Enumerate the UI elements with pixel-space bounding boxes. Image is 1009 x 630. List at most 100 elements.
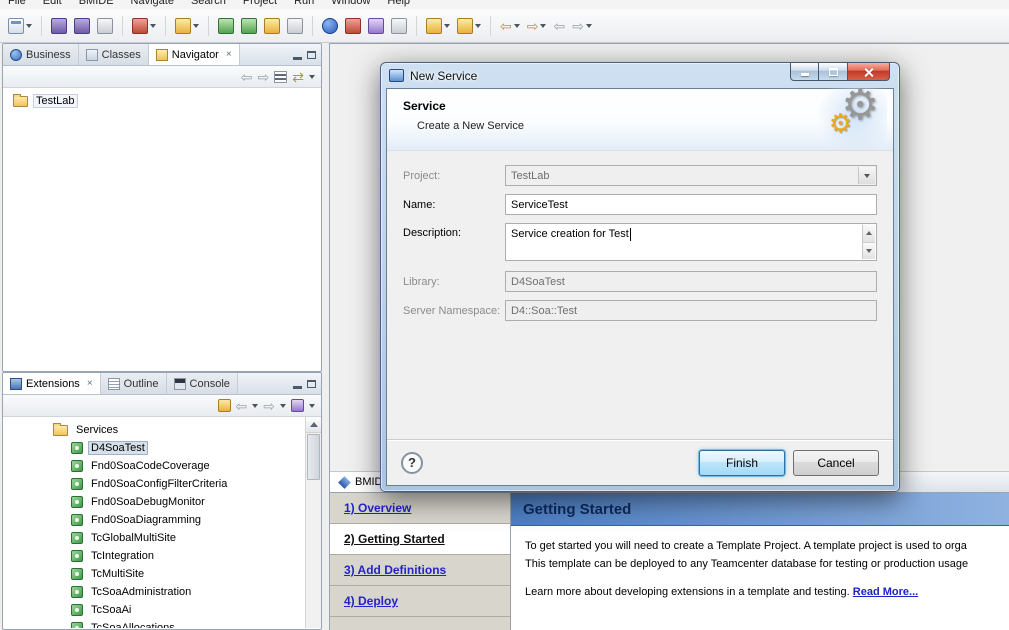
scrollbar-thumb[interactable] — [307, 434, 320, 480]
close-tab-icon[interactable]: × — [87, 378, 93, 389]
spin-up-button[interactable] — [863, 225, 875, 243]
step-link[interactable]: 1) Overview — [344, 501, 411, 515]
tree-item-testlab[interactable]: TestLab — [3, 92, 321, 110]
view-window-buttons — [288, 44, 321, 65]
step-link[interactable]: 4) Deploy — [344, 594, 398, 608]
view-menu-icon[interactable] — [309, 403, 315, 408]
tab-business[interactable]: Business — [3, 44, 79, 65]
step-overview[interactable]: 1) Overview — [330, 493, 510, 524]
extension-item[interactable]: TcMultiSite — [3, 565, 321, 583]
columns-icon[interactable] — [291, 399, 304, 412]
print-button[interactable] — [95, 16, 115, 36]
collapse-all-icon[interactable] — [274, 70, 288, 83]
extension-item[interactable]: Fnd0SoaDiagramming — [3, 511, 321, 529]
dropdown-caret-icon — [585, 23, 592, 28]
menu-navigate[interactable]: Navigate — [131, 0, 174, 9]
save-all-button[interactable] — [72, 16, 92, 36]
help-button[interactable]: ? — [401, 451, 423, 474]
tab-navigator[interactable]: Navigator × — [148, 44, 240, 65]
next-annotation-button[interactable]: ⇨ — [570, 16, 594, 36]
step-link[interactable]: 2) Getting Started — [344, 532, 445, 546]
minimize-view-icon[interactable] — [293, 56, 302, 60]
view-menu-icon[interactable] — [309, 74, 315, 79]
filter-wand-icon[interactable] — [217, 399, 231, 412]
minimize-view-icon[interactable] — [293, 385, 302, 389]
chevron-down-icon — [864, 173, 870, 178]
maximize-view-icon[interactable] — [307, 50, 316, 59]
extension-item-label: TcMultiSite — [91, 568, 145, 580]
extension-item[interactable]: Fnd0SoaCodeCoverage — [3, 457, 321, 475]
extension-item[interactable]: TcIntegration — [3, 547, 321, 565]
name-field[interactable] — [505, 194, 877, 215]
step-getting-started[interactable]: 2) Getting Started — [330, 524, 510, 555]
dropdown-caret-icon[interactable] — [252, 403, 259, 408]
menu-help[interactable]: Help — [387, 0, 410, 9]
menu-search[interactable]: Search — [191, 0, 226, 9]
project-combo: TestLab — [505, 165, 877, 186]
dropdown-caret-icon[interactable] — [280, 403, 286, 408]
extension-item[interactable]: TcGlobalMultiSite — [3, 529, 321, 547]
menu-edit[interactable]: Edit — [43, 0, 62, 9]
close-button[interactable] — [848, 62, 890, 81]
description-field[interactable]: Service creation for Test — [505, 223, 877, 261]
menu-file[interactable]: File — [8, 0, 26, 9]
grid-button[interactable] — [389, 16, 409, 36]
spin-down-button[interactable] — [863, 242, 875, 259]
menu-bmide[interactable]: BMIDE — [79, 0, 114, 9]
step-deploy[interactable]: 4) Deploy — [330, 586, 510, 617]
extension-item[interactable]: TcSoaAllocations — [3, 619, 321, 628]
close-tab-icon[interactable]: × — [226, 49, 232, 60]
add-table-button[interactable] — [262, 16, 282, 36]
forward-button[interactable]: ⇨ — [525, 16, 549, 36]
previous-arrow-icon: ⇦ — [553, 17, 566, 34]
tab-outline[interactable]: Outline — [100, 373, 167, 394]
new-extension-button[interactable] — [216, 16, 236, 36]
refresh-button[interactable] — [285, 16, 305, 36]
back-button[interactable]: ⇦ — [498, 16, 522, 36]
finish-button[interactable]: Finish — [699, 449, 785, 476]
menu-window[interactable]: Window — [331, 0, 370, 9]
step-link[interactable]: 3) Add Definitions — [344, 563, 446, 577]
info-button[interactable] — [320, 16, 340, 36]
lock-dropdown-button[interactable] — [455, 16, 483, 36]
step-add-definitions[interactable]: 3) Add Definitions — [330, 555, 510, 586]
tree-item-services[interactable]: Services — [3, 421, 321, 439]
previous-annotation-button[interactable]: ⇦ — [551, 16, 567, 36]
dialog-titlebar[interactable]: New Service — [386, 62, 894, 88]
forward-arrow-icon[interactable]: ⇨ — [263, 398, 275, 414]
build-icon — [345, 17, 361, 34]
build-button[interactable] — [343, 16, 363, 36]
read-more-link[interactable]: Read More... — [853, 586, 918, 598]
server-namespace-label: Server Namespace: — [403, 304, 501, 317]
wand-button[interactable] — [173, 16, 201, 36]
tab-extensions[interactable]: Extensions × — [3, 373, 101, 394]
extension-item[interactable]: Fnd0SoaDebugMonitor — [3, 493, 321, 511]
back-arrow-icon[interactable]: ⇦ — [236, 398, 248, 414]
back-arrow-icon[interactable]: ⇦ — [241, 69, 253, 85]
application-window: File Edit BMIDE Navigate Search Project … — [0, 0, 1009, 630]
minimize-button[interactable] — [790, 62, 819, 81]
extension-item[interactable]: D4SoaTest — [3, 439, 321, 457]
new-datatype-button[interactable] — [239, 16, 259, 36]
new-wizard-button[interactable] — [6, 16, 34, 36]
refresh-icon — [287, 17, 303, 34]
tab-classes[interactable]: Classes — [78, 44, 149, 65]
maximize-view-icon[interactable] — [307, 379, 316, 388]
columns-button[interactable] — [366, 16, 386, 36]
run-config-button[interactable] — [130, 16, 158, 36]
maximize-button[interactable] — [819, 62, 848, 81]
vertical-scrollbar[interactable] — [305, 417, 321, 628]
menu-project[interactable]: Project — [243, 0, 277, 9]
cancel-button[interactable]: Cancel — [793, 449, 879, 476]
forward-arrow-icon[interactable]: ⇨ — [258, 69, 270, 85]
menu-run[interactable]: Run — [294, 0, 314, 9]
service-icon — [71, 622, 83, 628]
save-button[interactable] — [49, 16, 69, 36]
tab-console[interactable]: Console — [166, 373, 238, 394]
extension-item[interactable]: TcSoaAdministration — [3, 583, 321, 601]
key-dropdown-button[interactable] — [424, 16, 452, 36]
scroll-up-button[interactable] — [306, 417, 321, 433]
extension-item[interactable]: Fnd0SoaConfigFilterCriteria — [3, 475, 321, 493]
extension-item[interactable]: TcSoaAi — [3, 601, 321, 619]
link-with-editor-icon[interactable]: ⇄ — [292, 69, 304, 85]
